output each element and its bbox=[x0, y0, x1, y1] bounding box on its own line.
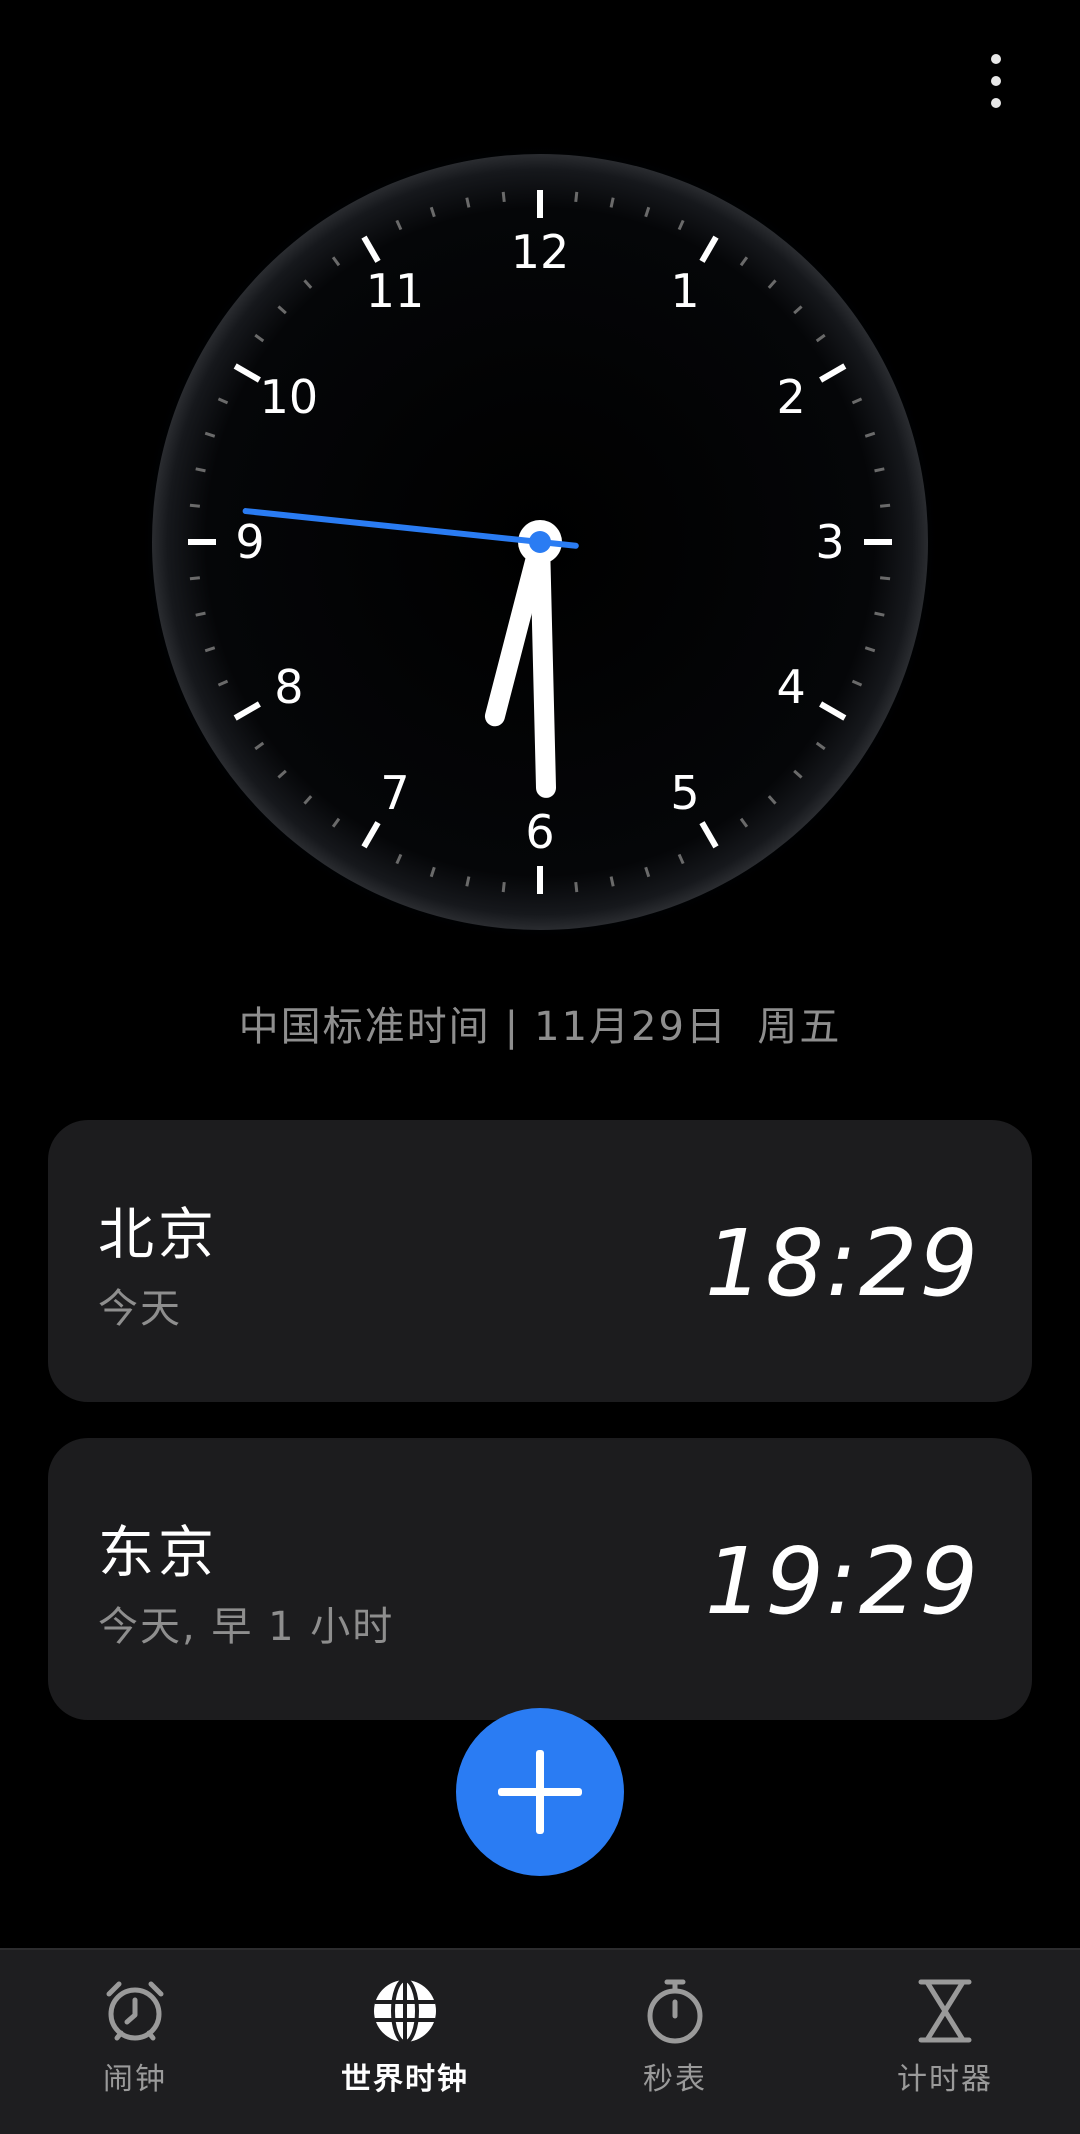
clock-numeral: 11 bbox=[366, 264, 425, 318]
city-time: 18:29 bbox=[704, 1210, 980, 1317]
city-card-beijing[interactable]: 北京 今天 18:29 bbox=[48, 1120, 1032, 1402]
tab-world-clock[interactable]: 世界时钟 bbox=[270, 1950, 540, 2134]
more-dot bbox=[991, 98, 1001, 108]
second-hub bbox=[529, 531, 551, 553]
clock-face-svg: 121234567891011 bbox=[140, 142, 940, 942]
minute-tick bbox=[609, 197, 615, 208]
analog-clock: 12 1 2 3 4 5 6 7 8 9 10 11 bbox=[138, 140, 942, 944]
stopwatch-icon bbox=[647, 1979, 703, 2044]
clock-numeral: 7 bbox=[380, 766, 409, 820]
minute-tick bbox=[465, 876, 471, 887]
tab-label: 秒表 bbox=[643, 2062, 707, 2097]
globe-icon bbox=[374, 1978, 436, 2044]
add-city-button[interactable] bbox=[456, 1708, 624, 1876]
clock-numeral: 8 bbox=[274, 660, 303, 714]
tab-timer[interactable]: 计时器 bbox=[810, 1950, 1080, 2134]
more-dot bbox=[991, 54, 1001, 64]
minute-tick bbox=[195, 611, 206, 617]
clock-numeral: 4 bbox=[777, 660, 806, 714]
city-card-tokyo[interactable]: 东京 今天, 早 1 小时 19:29 bbox=[48, 1438, 1032, 1720]
minute-tick bbox=[189, 576, 201, 581]
clock-numeral: 9 bbox=[235, 515, 264, 569]
clock-numeral: 10 bbox=[260, 370, 319, 424]
more-options-button[interactable] bbox=[976, 50, 1016, 112]
city-name: 北京 bbox=[98, 1203, 218, 1268]
minute-tick bbox=[501, 191, 506, 203]
tab-label: 世界时钟 bbox=[341, 2062, 469, 2097]
minute-tick bbox=[874, 611, 885, 617]
more-dot bbox=[991, 76, 1001, 86]
minute-tick bbox=[879, 576, 891, 581]
minute-tick bbox=[574, 191, 579, 203]
clock-numeral: 2 bbox=[777, 370, 806, 424]
clock-numeral: 5 bbox=[670, 766, 699, 820]
clock-numeral: 3 bbox=[815, 515, 844, 569]
timezone-label: 中国标准时间 bbox=[238, 1004, 491, 1050]
weekday-label: 周五 bbox=[757, 1004, 842, 1050]
clock-numeral: 1 bbox=[670, 264, 699, 318]
minute-tick bbox=[574, 881, 579, 893]
plus-icon bbox=[498, 1750, 582, 1834]
timezone-date-line: 中国标准时间 | 11月29日 周五 bbox=[0, 994, 1080, 1052]
alarm-clock-icon bbox=[106, 1981, 164, 2041]
tab-label: 闹钟 bbox=[103, 2062, 167, 2097]
minute-hand bbox=[530, 532, 557, 798]
tab-stopwatch[interactable]: 秒表 bbox=[540, 1950, 810, 2134]
city-relative-day: 今天 bbox=[98, 1286, 182, 1332]
city-name: 东京 bbox=[98, 1521, 218, 1586]
tab-label: 计时器 bbox=[897, 2062, 993, 2097]
minute-tick bbox=[879, 503, 891, 508]
city-relative-day: 今天, 早 1 小时 bbox=[98, 1604, 395, 1650]
minute-tick bbox=[465, 197, 471, 208]
clock-numeral: 6 bbox=[525, 805, 554, 859]
city-time: 19:29 bbox=[704, 1528, 980, 1635]
bottom-tab-bar: 闹钟 世界时钟 秒表 计时器 bbox=[0, 1948, 1080, 2134]
tab-alarm[interactable]: 闹钟 bbox=[0, 1950, 270, 2134]
minute-tick bbox=[874, 467, 885, 473]
minute-tick bbox=[501, 881, 506, 893]
minute-tick bbox=[609, 876, 615, 887]
minute-tick bbox=[195, 467, 206, 473]
minute-tick bbox=[189, 503, 201, 508]
clock-numeral: 12 bbox=[511, 225, 570, 279]
date-separator: | bbox=[504, 1004, 521, 1050]
hourglass-icon bbox=[918, 1979, 972, 2043]
date-label: 11月29日 bbox=[534, 1004, 728, 1050]
